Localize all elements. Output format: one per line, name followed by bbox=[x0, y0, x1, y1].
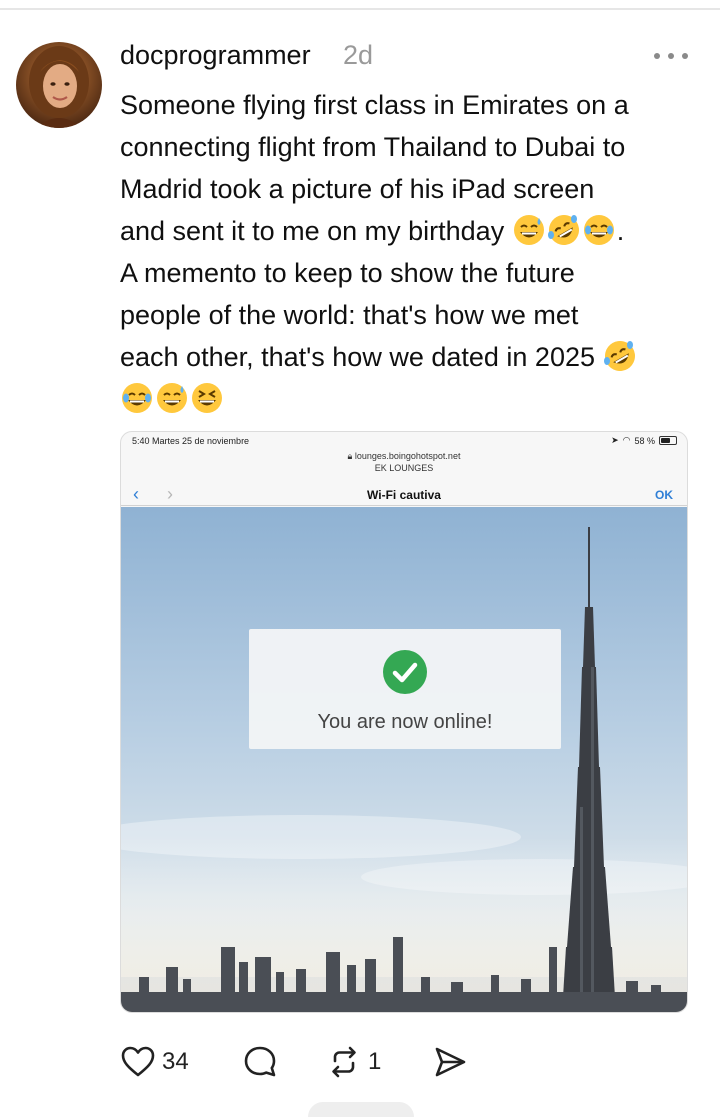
dubai-skyline-photo: You are now online! bbox=[121, 507, 687, 1012]
reply-button[interactable] bbox=[242, 1040, 278, 1084]
joy-emoji-icon bbox=[120, 381, 154, 415]
top-divider bbox=[0, 8, 720, 10]
lock-icon: 🔒︎ bbox=[347, 451, 353, 461]
url-block: 🔒︎ lounges.boingohotspot.net EK LOUNGES bbox=[121, 450, 687, 474]
post-text-emoji-line bbox=[120, 378, 710, 420]
post-image[interactable]: 5:40 Martes 25 de noviembre ➤ ◠ 58 % 🔒︎ … bbox=[120, 431, 688, 1013]
more-icon[interactable] bbox=[654, 46, 688, 66]
repost-count: 1 bbox=[368, 1048, 382, 1075]
ipad-nav-bar: ‹ › Wi-Fi cautiva OK bbox=[121, 482, 687, 506]
post-text-line-with-emoji: and sent it to me on my birthday . bbox=[120, 210, 710, 252]
joy-emoji-icon bbox=[582, 213, 616, 247]
wifi-icon: ◠ bbox=[622, 435, 631, 445]
action-bar: 34 1 bbox=[120, 1040, 480, 1084]
ipad-status-bar: 5:40 Martes 25 de noviembre ➤ ◠ 58 % bbox=[121, 432, 687, 452]
comment-icon bbox=[244, 1046, 276, 1077]
online-card: You are now online! bbox=[249, 629, 561, 749]
send-icon bbox=[435, 1047, 466, 1077]
laughing-emoji-icon bbox=[190, 381, 224, 415]
battery-percent: 58 % bbox=[634, 435, 655, 446]
post-text-line: A memento to keep to show the future bbox=[120, 258, 575, 288]
like-count: 34 bbox=[162, 1048, 189, 1075]
repost-button[interactable]: 1 bbox=[326, 1040, 381, 1084]
post-text-fragment: each other, that's how we dated in 2025 bbox=[120, 342, 595, 372]
site-name: EK LOUNGES bbox=[374, 463, 434, 473]
check-circle-icon bbox=[383, 650, 427, 694]
username[interactable]: docprogrammer bbox=[120, 40, 311, 71]
status-time: 5:40 Martes 25 de noviembre bbox=[132, 436, 250, 446]
timestamp: 2d bbox=[343, 40, 374, 70]
avatar[interactable] bbox=[16, 42, 102, 128]
post-text-fragment: and sent it to me on my birthday bbox=[120, 216, 505, 246]
battery-icon bbox=[659, 436, 677, 445]
url-text: lounges.boingohotspot.net bbox=[354, 451, 461, 461]
status-indicators: ➤ ◠ 58 % bbox=[611, 435, 677, 446]
post-text-line: Someone flying first class in Emirates o… bbox=[120, 90, 629, 120]
heart-icon bbox=[121, 1046, 155, 1077]
nav-title: Wi-Fi cautiva bbox=[367, 488, 441, 502]
bottom-handle bbox=[308, 1102, 414, 1117]
share-button[interactable] bbox=[432, 1040, 468, 1084]
post-text: Someone flying first class in Emirates o… bbox=[120, 84, 710, 420]
sweat-smile-emoji-icon bbox=[155, 381, 189, 415]
rofl-emoji-icon bbox=[603, 339, 637, 373]
post-text-fragment: . bbox=[616, 216, 625, 246]
post-text-line: people of the world: that's how we met bbox=[120, 300, 579, 330]
like-button[interactable]: 34 bbox=[120, 1040, 189, 1084]
repost-icon bbox=[332, 1046, 356, 1078]
ok-button[interactable]: OK bbox=[655, 488, 673, 502]
post-text-line: connecting flight from Thailand to Dubai… bbox=[120, 132, 626, 162]
post-text-line-with-emoji: each other, that's how we dated in 2025 bbox=[120, 336, 710, 378]
post-header: docprogrammer 2d bbox=[120, 40, 700, 76]
online-message: You are now online! bbox=[317, 711, 493, 733]
rofl-emoji-icon bbox=[547, 213, 581, 247]
sweat-smile-emoji-icon bbox=[512, 213, 546, 247]
post-text-line: Madrid took a picture of his iPad screen bbox=[120, 174, 595, 204]
location-icon: ➤ bbox=[611, 435, 619, 445]
